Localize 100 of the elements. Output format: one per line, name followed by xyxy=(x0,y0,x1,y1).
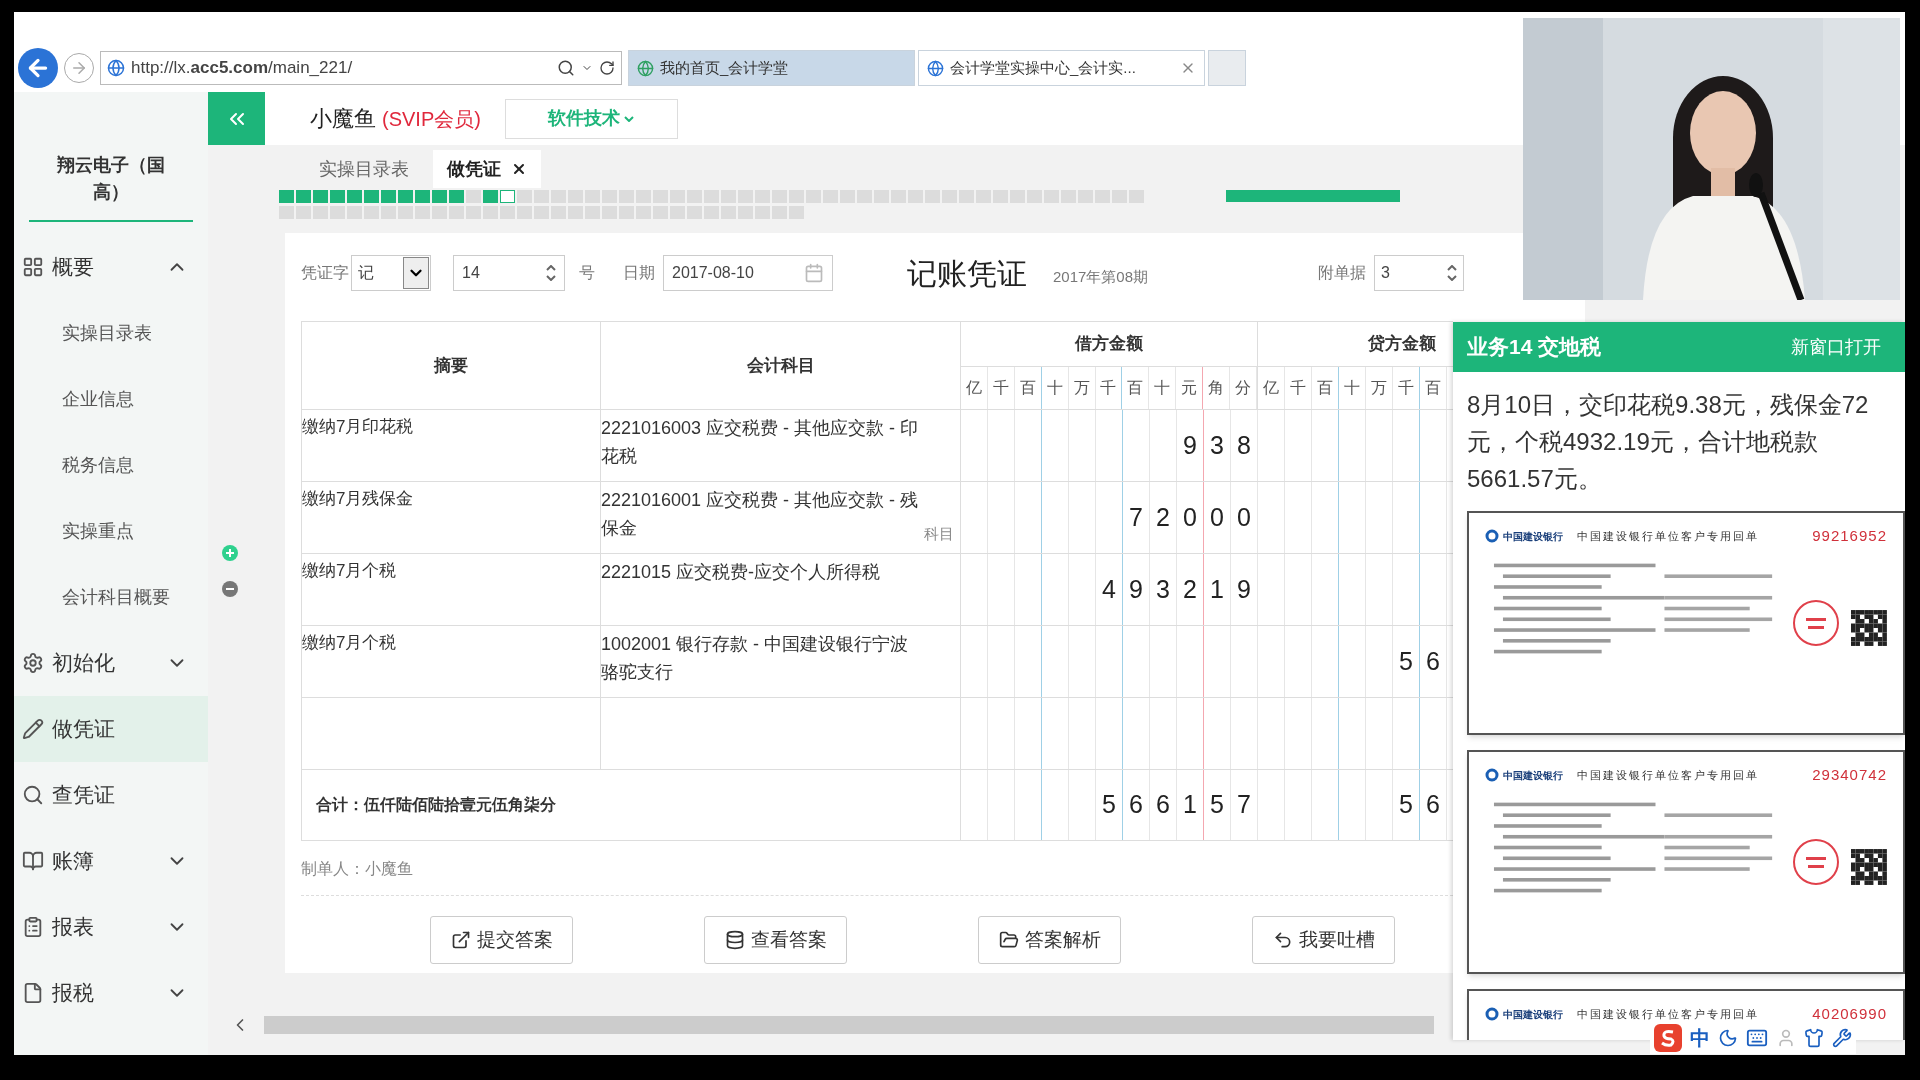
moon-icon[interactable] xyxy=(1718,1028,1738,1048)
amount-digit: 0 xyxy=(1237,501,1251,533)
spinner-down-icon xyxy=(546,275,556,281)
add-row-button[interactable] xyxy=(222,545,238,561)
action-button[interactable]: 提交答案 xyxy=(430,916,573,964)
page-tab[interactable]: 做凭证 xyxy=(433,150,541,188)
remove-row-button[interactable] xyxy=(222,581,238,597)
submenu-item[interactable]: 会计科目概要 xyxy=(14,564,208,630)
summary-cell[interactable]: 缴纳7月个税 xyxy=(302,561,397,580)
amount-digit: 5 xyxy=(1102,789,1116,821)
back-button[interactable] xyxy=(18,48,58,88)
digit-header: 十 xyxy=(1149,367,1177,409)
voucher-title: 记账凭证 xyxy=(907,255,1027,292)
amount-digit: 9 xyxy=(1237,573,1251,605)
action-button[interactable]: 我要吐槽 xyxy=(1252,916,1395,964)
amount-digit: 2 xyxy=(1156,501,1170,533)
collapse-button[interactable] xyxy=(208,92,265,145)
submenu-item[interactable]: 税务信息 xyxy=(14,432,208,498)
question-square[interactable] xyxy=(500,190,515,203)
menu-item[interactable]: 报表 xyxy=(14,894,208,960)
digit-header: 元 xyxy=(1176,367,1204,409)
digit-header: 百 xyxy=(1014,367,1042,409)
wrench-icon[interactable] xyxy=(1832,1028,1852,1048)
menu-item[interactable]: 报税 xyxy=(14,960,208,1026)
sogou-icon[interactable] xyxy=(1654,1024,1682,1052)
digit-header: 亿 xyxy=(961,367,988,409)
receipt-number: 40206990 xyxy=(1812,1004,1887,1024)
spinner-down-icon xyxy=(1447,275,1458,281)
attachments-field[interactable]: 3 xyxy=(1374,255,1465,291)
file-icon xyxy=(22,982,44,1004)
column-header: 借方金额 xyxy=(961,322,1257,367)
amount-digit: 6 xyxy=(1129,789,1143,821)
spinner-control[interactable] xyxy=(1447,265,1458,281)
number-field[interactable]: 14 xyxy=(453,255,565,291)
digit-header: 千 xyxy=(1393,367,1420,409)
account-cell[interactable]: 2221015 应交税费-应交个人所得税 xyxy=(601,558,923,586)
digit-header: 万 xyxy=(1068,367,1096,409)
bank-name: 中国建设银行 xyxy=(1503,1007,1563,1022)
address-field[interactable]: http://lx.acc5.com/main_221/ xyxy=(100,51,622,85)
menu-item[interactable]: 初始化 xyxy=(14,630,208,696)
qr-code-icon xyxy=(1851,846,1887,887)
cut-off-button[interactable] xyxy=(1226,190,1400,202)
action-button[interactable]: 答案解析 xyxy=(978,916,1121,964)
forward-arrow-icon xyxy=(70,59,88,77)
user-icon[interactable] xyxy=(1776,1028,1796,1048)
spinner-control[interactable] xyxy=(546,265,556,281)
summary-cell[interactable]: 缴纳7月残保金 xyxy=(302,489,414,508)
menu-item[interactable]: 做凭证 xyxy=(14,696,208,762)
scrollbar[interactable] xyxy=(264,1016,1434,1034)
submenu-item[interactable]: 企业信息 xyxy=(14,366,208,432)
receipt-title: 中国建设银行单位客户专用回单 xyxy=(1577,529,1759,544)
menu-item[interactable]: 查凭证 xyxy=(14,762,208,828)
digit-header: 十 xyxy=(1339,367,1366,409)
receipt-title: 中国建设银行单位客户专用回单 xyxy=(1577,768,1759,783)
amount-digit: 9 xyxy=(1129,573,1143,605)
menu-item[interactable]: 账簿 xyxy=(14,828,208,894)
tab-title: 会计学堂实操中心_会计实... xyxy=(950,57,1136,78)
calendar-icon[interactable] xyxy=(804,263,824,283)
amount-digit: 1 xyxy=(1183,789,1197,821)
page-icon xyxy=(927,59,944,77)
page-icon xyxy=(637,59,654,77)
amount-digit: 3 xyxy=(1210,429,1224,461)
minus-icon xyxy=(225,587,235,591)
action-button[interactable]: 查看答案 xyxy=(704,916,847,964)
summary-cell[interactable]: 缴纳7月印花税 xyxy=(302,417,414,436)
close-icon[interactable] xyxy=(511,161,527,177)
external-link-icon xyxy=(450,930,471,950)
spinner-up-icon xyxy=(546,265,556,271)
account-cell[interactable]: 2221016003 应交税费 - 其他应交款 - 印花税 xyxy=(601,414,923,470)
page-tab[interactable]: 实操目录表 xyxy=(305,150,423,188)
pencil-icon xyxy=(22,718,44,740)
account-hint: 科目 xyxy=(924,523,954,544)
voucher-word-select[interactable]: 记 xyxy=(351,255,431,291)
menu-item[interactable]: 概要 xyxy=(14,234,208,300)
submenu-item[interactable]: 实操重点 xyxy=(14,498,208,564)
folder-icon xyxy=(998,930,1019,950)
shirt-icon[interactable] xyxy=(1804,1028,1824,1048)
new-tab-button[interactable] xyxy=(1208,50,1246,86)
refresh-icon[interactable] xyxy=(599,60,615,76)
caret-icon xyxy=(624,115,635,122)
search-icon[interactable] xyxy=(557,59,575,77)
total-label: 合计：伍仟陆佰陆拾壹元伍角柒分 xyxy=(316,795,556,815)
account-cell[interactable]: 2221016001 应交税费 - 其他应交款 - 残保金 xyxy=(601,486,923,542)
submenu-item[interactable]: 实操目录表 xyxy=(14,300,208,366)
input-mode[interactable]: 中 xyxy=(1690,1023,1710,1053)
amount-digit: 1 xyxy=(1210,573,1224,605)
stamp-icon xyxy=(1791,836,1842,887)
date-field[interactable]: 2017-08-10 xyxy=(663,255,833,291)
book-icon xyxy=(22,850,44,872)
member-label: (SVIP会员) xyxy=(382,106,481,132)
maker-label: 制单人：小魔鱼 xyxy=(301,859,414,879)
task-description: 8月10日，交印花税9.38元，残保金72 元，个税4932.19元，合计地税款 5661.57元。 xyxy=(1466,390,1870,494)
account-cell[interactable]: 1002001 银行存款 - 中国建设银行宁波骆驼支行 xyxy=(601,630,923,686)
task-title: 业务14 交地税 xyxy=(1467,334,1602,361)
amount-digit: 9 xyxy=(1183,429,1197,461)
browser-tab[interactable]: 会计学堂实操中心_会计实... xyxy=(918,50,1205,86)
summary-cell[interactable]: 缴纳7月个税 xyxy=(302,633,397,652)
keyboard-icon[interactable] xyxy=(1746,1027,1768,1049)
browser-tab[interactable]: 我的首页_会计学堂 xyxy=(628,50,915,86)
receipt-number: 99216952 xyxy=(1812,526,1887,546)
